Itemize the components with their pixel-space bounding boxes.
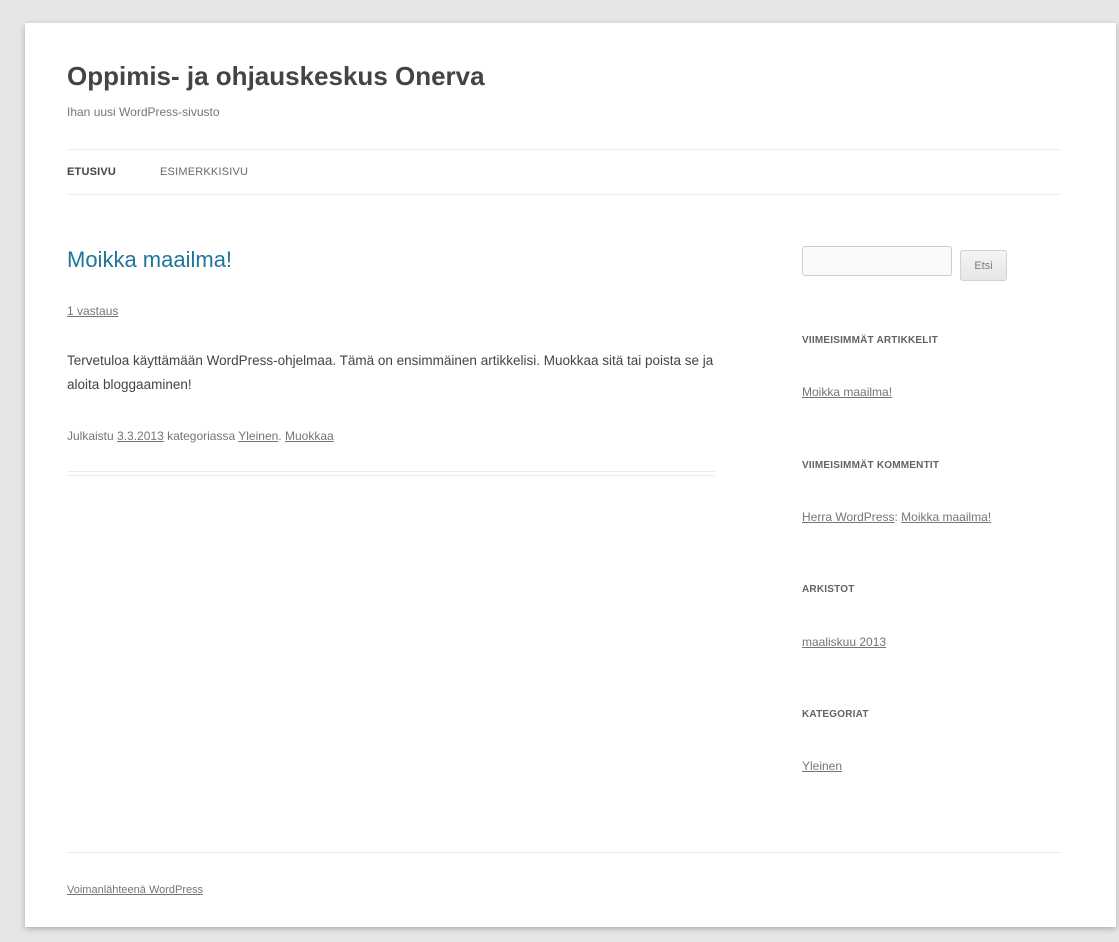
- site-title[interactable]: Oppimis- ja ohjauskeskus Onerva: [67, 61, 485, 92]
- comment-post-link[interactable]: Moikka maailma!: [901, 510, 991, 524]
- edit-post-link[interactable]: Muokkaa: [285, 429, 334, 443]
- search-button[interactable]: Etsi: [960, 250, 1007, 281]
- post-date-link[interactable]: 3.3.2013: [117, 429, 164, 443]
- comment-separator: :: [894, 510, 898, 524]
- meta-category-label: kategoriassa: [167, 429, 236, 443]
- comment-author-link[interactable]: Herra WordPress: [802, 510, 894, 524]
- recent-comment-item: Herra WordPress: Moikka maailma!: [802, 510, 991, 524]
- nav-item-esimerkkisivu[interactable]: ESIMERKKISIVU: [160, 166, 248, 178]
- entry-divider: [67, 471, 715, 476]
- recent-post-link[interactable]: Moikka maailma!: [802, 385, 892, 399]
- meta-prefix: Julkaistu: [67, 429, 114, 443]
- site-description: Ihan uusi WordPress-sivusto: [67, 105, 220, 119]
- footer-divider: [67, 852, 1061, 853]
- recent-comments-title: VIIMEISIMMÄT KOMMENTIT: [802, 460, 940, 471]
- archive-link[interactable]: maaliskuu 2013: [802, 635, 886, 649]
- post-content: Tervetuloa käyttämään WordPress-ohjelmaa…: [67, 353, 714, 392]
- recent-posts-title: VIIMEISIMMÄT ARTIKKELIT: [802, 335, 938, 346]
- categories-title: KATEGORIAT: [802, 709, 869, 720]
- main-navigation: ETUSIVU ESIMERKKISIVU: [67, 149, 1061, 195]
- post-category-link[interactable]: Yleinen: [238, 429, 278, 443]
- archives-title: ARKISTOT: [802, 584, 855, 595]
- category-link[interactable]: Yleinen: [802, 759, 842, 773]
- post-title[interactable]: Moikka maailma!: [67, 247, 232, 273]
- nav-item-etusivu[interactable]: ETUSIVU: [67, 166, 116, 178]
- post-meta: Julkaistu 3.3.2013 kategoriassa Yleinen.…: [67, 429, 334, 443]
- page-container: Oppimis- ja ohjauskeskus Onerva Ihan uus…: [25, 23, 1116, 927]
- meta-separator: .: [278, 429, 282, 443]
- footer-credit-link[interactable]: Voimanlähteenä WordPress: [67, 884, 203, 896]
- search-input[interactable]: [802, 246, 952, 276]
- comments-link[interactable]: 1 vastaus: [67, 304, 118, 318]
